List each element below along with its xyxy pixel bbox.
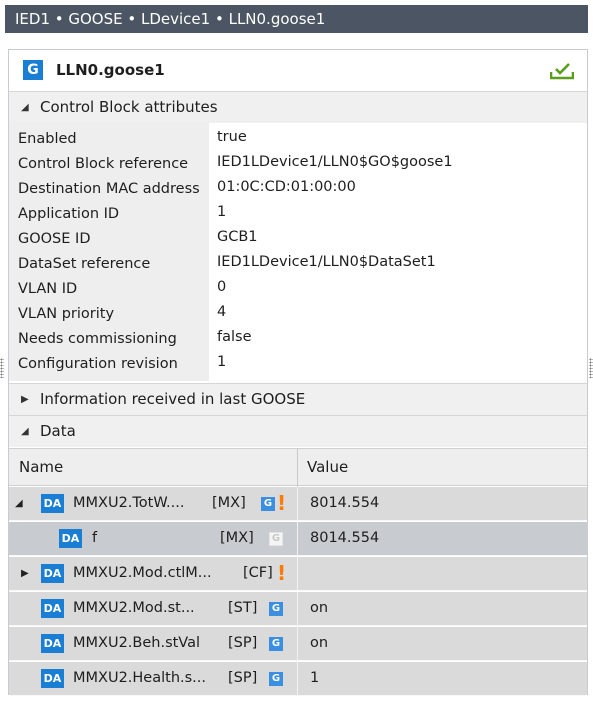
attribute-row: Application ID 1	[9, 201, 587, 226]
attribute-value: 0	[217, 279, 227, 295]
attribute-row: VLAN priority 4	[9, 301, 587, 326]
section-label: Control Block attributes	[40, 98, 218, 116]
row-name: MMXU2.Mod.ctlM...	[73, 565, 212, 581]
row-name: MMXU2.Health.s...	[73, 670, 207, 686]
table-row[interactable]: ◢ DA MMXU2.TotW.... [MX] G ! 8014.554	[9, 487, 587, 521]
column-header-value[interactable]: Value	[307, 458, 348, 476]
breadcrumb: IED1 • GOOSE • LDevice1 • LLN0.goose1	[15, 10, 326, 28]
attribute-value: 1	[217, 354, 227, 370]
goose-icon: G	[269, 532, 283, 546]
attribute-value: 01:0C:CD:01:00:00	[217, 179, 356, 195]
section-label: Data	[40, 422, 76, 440]
row-fc: [ST]	[228, 600, 258, 616]
row-name: MMXU2.Beh.stVal	[73, 635, 201, 651]
goose-icon: G	[269, 637, 283, 651]
attribute-value: 1	[217, 204, 227, 220]
column-header-name[interactable]: Name	[19, 458, 63, 476]
da-badge-icon: DA	[41, 494, 64, 513]
da-badge-icon: DA	[41, 599, 64, 618]
exclamation-icon: !	[277, 561, 287, 585]
section-data[interactable]: ◢ Data	[9, 415, 587, 447]
attribute-value: IED1LDevice1/LLN0$GO$goose1	[217, 154, 453, 170]
section-last-goose[interactable]: ▶ Information received in last GOOSE	[9, 383, 587, 415]
attribute-value: IED1LDevice1/LLN0$DataSet1	[217, 254, 436, 270]
column-divider[interactable]	[297, 449, 298, 487]
attribute-name: DataSet reference	[18, 256, 151, 272]
row-fc: [CF]	[243, 565, 273, 581]
attribute-row: Destination MAC address 01:0C:CD:01:00:0…	[9, 176, 587, 201]
goose-panel: G LLN0.goose1 ◢ Control Block attributes…	[8, 49, 588, 696]
goose-icon: G	[269, 602, 283, 616]
row-fc: [MX]	[220, 530, 254, 546]
da-badge-icon: DA	[59, 529, 82, 548]
attribute-name: GOOSE ID	[18, 231, 91, 247]
grid-header: Name Value	[9, 448, 587, 487]
row-name: f	[92, 530, 98, 546]
attribute-name: Configuration revision	[18, 356, 178, 372]
goose-icon: G	[269, 672, 283, 686]
da-badge-icon: DA	[41, 634, 64, 653]
attribute-row: Needs commissioning false	[9, 326, 587, 351]
attribute-name: Application ID	[18, 206, 120, 222]
row-name: MMXU2.TotW....	[73, 495, 185, 511]
table-row[interactable]: DA MMXU2.Mod.st... [ST] G on	[9, 592, 587, 626]
attribute-row: Enabled true	[9, 126, 587, 151]
table-row[interactable]: DA f [MX] G 8014.554	[9, 522, 587, 556]
table-row[interactable]: ▶ DA MMXU2.Mod.ctlM... [CF] !	[9, 557, 587, 591]
triangle-down-icon[interactable]: ◢	[15, 498, 23, 509]
row-value: on	[310, 600, 329, 616]
attribute-value: GCB1	[217, 229, 258, 245]
panel-header: G LLN0.goose1	[9, 50, 587, 91]
row-value: 8014.554	[310, 530, 380, 546]
row-fc: [SP]	[228, 670, 258, 686]
exclamation-icon: !	[277, 491, 287, 515]
attribute-name: VLAN priority	[18, 306, 115, 322]
row-fc: [MX]	[212, 495, 246, 511]
table-row[interactable]: DA MMXU2.Beh.stVal [SP] G on	[9, 627, 587, 661]
column-divider	[297, 627, 298, 661]
attribute-row: DataSet reference IED1LDevice1/LLN0$Data…	[9, 251, 587, 276]
panel-title: LLN0.goose1	[56, 61, 165, 79]
attribute-name: Enabled	[18, 131, 77, 147]
row-fc: [SP]	[228, 635, 258, 651]
row-value: 1	[310, 670, 320, 686]
attributes-table: Enabled true Control Block reference IED…	[9, 123, 587, 383]
attribute-row: GOOSE ID GCB1	[9, 226, 587, 251]
row-value: 8014.554	[310, 495, 380, 511]
column-divider	[297, 522, 298, 556]
attribute-row: Configuration revision 1	[9, 351, 587, 376]
attribute-name: Control Block reference	[18, 156, 189, 172]
da-badge-icon: DA	[41, 564, 64, 583]
section-control-block[interactable]: ◢ Control Block attributes	[9, 91, 587, 123]
column-divider	[297, 557, 298, 591]
attribute-value: 4	[217, 304, 227, 320]
attribute-name: Needs commissioning	[18, 331, 177, 347]
column-divider	[297, 662, 298, 696]
triangle-right-icon[interactable]: ▶	[21, 568, 29, 579]
splitter-handle-left[interactable]	[0, 358, 4, 378]
attribute-value: true	[217, 129, 247, 145]
goose-badge-icon: G	[23, 60, 43, 80]
triangle-right-icon: ▶	[21, 394, 29, 405]
column-divider	[297, 592, 298, 626]
triangle-down-icon: ◢	[21, 426, 29, 437]
column-divider	[297, 487, 298, 521]
row-value: on	[310, 635, 329, 651]
table-row[interactable]: DA MMXU2.Health.s... [SP] G 1	[9, 662, 587, 696]
row-name: MMXU2.Mod.st...	[73, 600, 195, 616]
attribute-value: false	[217, 329, 252, 345]
attribute-name: VLAN ID	[18, 281, 78, 297]
da-badge-icon: DA	[41, 669, 64, 688]
attribute-row: Control Block reference IED1LDevice1/LLN…	[9, 151, 587, 176]
section-label: Information received in last GOOSE	[40, 390, 306, 408]
goose-icon: G	[261, 497, 275, 511]
splitter-handle-right[interactable]	[589, 358, 593, 378]
attribute-row: VLAN ID 0	[9, 276, 587, 301]
attribute-name: Destination MAC address	[18, 181, 200, 197]
checkmark-tray-icon[interactable]	[550, 62, 574, 80]
breadcrumb-bar: IED1 • GOOSE • LDevice1 • LLN0.goose1	[5, 5, 588, 33]
triangle-down-icon: ◢	[21, 102, 29, 113]
